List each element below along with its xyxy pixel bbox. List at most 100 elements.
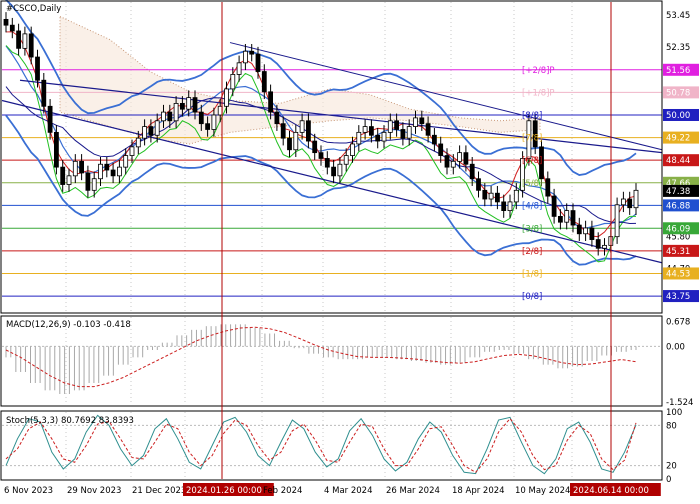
candle-body — [627, 198, 633, 209]
candle-body — [318, 152, 324, 159]
candle-body — [72, 160, 78, 177]
candle-body — [381, 131, 387, 142]
candle-body — [488, 192, 494, 200]
price-highlight-label: 44.53 — [666, 269, 690, 279]
candle-body — [268, 91, 274, 113]
murrey-label: [8/8] — [522, 111, 542, 121]
candle-body — [167, 111, 173, 122]
stoch-tick-label: 80 — [666, 421, 677, 431]
candle-body — [513, 189, 519, 203]
candle-body — [494, 192, 500, 203]
candle-body — [261, 71, 267, 93]
price-highlight-label: 47.38 — [666, 187, 690, 197]
candle-body — [375, 134, 381, 142]
candle-body — [558, 215, 563, 223]
murrey-label: [4/8] — [522, 201, 542, 211]
candle-body — [242, 50, 248, 64]
candle-body — [287, 137, 292, 151]
candle-body — [224, 88, 229, 107]
time-tick-label: 26 Mar 2024 — [386, 486, 440, 496]
candle-body — [621, 198, 626, 206]
stoch-tick-label: 20 — [666, 462, 677, 472]
candle-body — [230, 74, 236, 90]
price-tick-label: 53.45 — [666, 11, 690, 21]
candle-body — [589, 227, 595, 240]
murrey-label: [7/8] — [522, 134, 542, 144]
candle-body — [482, 189, 488, 200]
candle-body — [583, 227, 588, 235]
candle-body — [305, 120, 311, 142]
macd-tick-label: 0.678 — [666, 317, 690, 327]
price-highlight-label: 51.56 — [666, 66, 690, 76]
candle-body — [91, 178, 97, 191]
candle-body — [236, 62, 242, 75]
price-highlight-label: 50.00 — [666, 111, 690, 121]
candle-body — [633, 189, 639, 209]
stoch-tick-label: 100 — [666, 408, 682, 418]
candle-body — [16, 30, 22, 49]
candle-body — [614, 204, 620, 238]
murrey-label: [5/8] — [522, 179, 542, 189]
candle-body — [274, 111, 280, 125]
time-tick-label: 18 Apr 2024 — [452, 486, 505, 496]
candle-body — [66, 175, 72, 185]
price-highlight-label: 50.78 — [666, 88, 690, 98]
candle-body — [545, 178, 551, 197]
candle-body — [343, 155, 349, 165]
candle-body — [9, 24, 15, 32]
candle-body — [331, 166, 337, 177]
murrey-label: [2/8] — [522, 247, 542, 257]
time-tick-label: 6 Nov 2023 — [4, 486, 53, 496]
time-tick-label: Feb 2024 — [263, 486, 302, 496]
candle-body — [161, 111, 166, 122]
candle-body — [123, 155, 129, 168]
candle-body — [595, 239, 601, 249]
candle-body — [394, 120, 400, 130]
candle-body — [551, 195, 557, 217]
candle-body — [198, 111, 204, 125]
candle-body — [469, 163, 475, 180]
candle-body — [154, 120, 160, 136]
candle-body — [444, 155, 450, 168]
candle-body — [117, 166, 122, 177]
candle-body — [85, 172, 91, 191]
candle-body — [41, 79, 47, 107]
candle-body — [576, 224, 582, 235]
candle-body — [368, 126, 374, 136]
candle-body — [350, 143, 355, 156]
candle-body — [438, 143, 444, 156]
candle-body — [35, 56, 40, 81]
candle-body — [450, 160, 456, 168]
candle-body — [3, 18, 9, 26]
price-highlight-label: 46.09 — [666, 224, 690, 234]
candle-body — [387, 120, 393, 133]
murrey-label: [3/8] — [522, 224, 542, 234]
candle-body — [362, 126, 368, 133]
macd-tick-label: 0.00 — [666, 342, 685, 352]
price-highlight-label: 43.75 — [666, 292, 690, 302]
candle-body — [110, 169, 116, 177]
chart-canvas[interactable]: [+2/8]P [+1/8]P [8/8] [7/8] [6/8] [5/8] [4/8] [… — [0, 0, 700, 500]
candle-body — [312, 140, 318, 154]
price-highlight-label: 48.44 — [666, 156, 690, 166]
candle-body — [255, 53, 261, 72]
candle-body — [324, 158, 330, 168]
macd-pane-title: MACD(12,26,9) -0.103 -0.418 — [6, 320, 131, 330]
candle-body — [564, 210, 570, 223]
candle-body — [280, 123, 286, 139]
trading-chart-window[interactable]: [+2/8]P [+1/8]P [8/8] [7/8] [6/8] [5/8] [4/8] [… — [0, 0, 700, 500]
stoch-tick-label: 0 — [666, 475, 671, 485]
candle-body — [142, 126, 148, 139]
price-highlight-label: 49.22 — [666, 134, 690, 144]
candle-body — [293, 131, 299, 151]
candle-body — [425, 123, 431, 136]
candle-body — [54, 131, 59, 168]
candle-body — [463, 152, 469, 165]
price-highlight-label: 45.31 — [666, 247, 690, 257]
stoch-pane-title: Stoch(5,3,3) 80.7692 83.8393 — [6, 416, 134, 426]
candle-body — [98, 163, 103, 180]
candle-body — [413, 117, 418, 127]
candle-body — [337, 163, 343, 177]
candle-body — [28, 33, 34, 58]
candle-body — [129, 146, 135, 156]
